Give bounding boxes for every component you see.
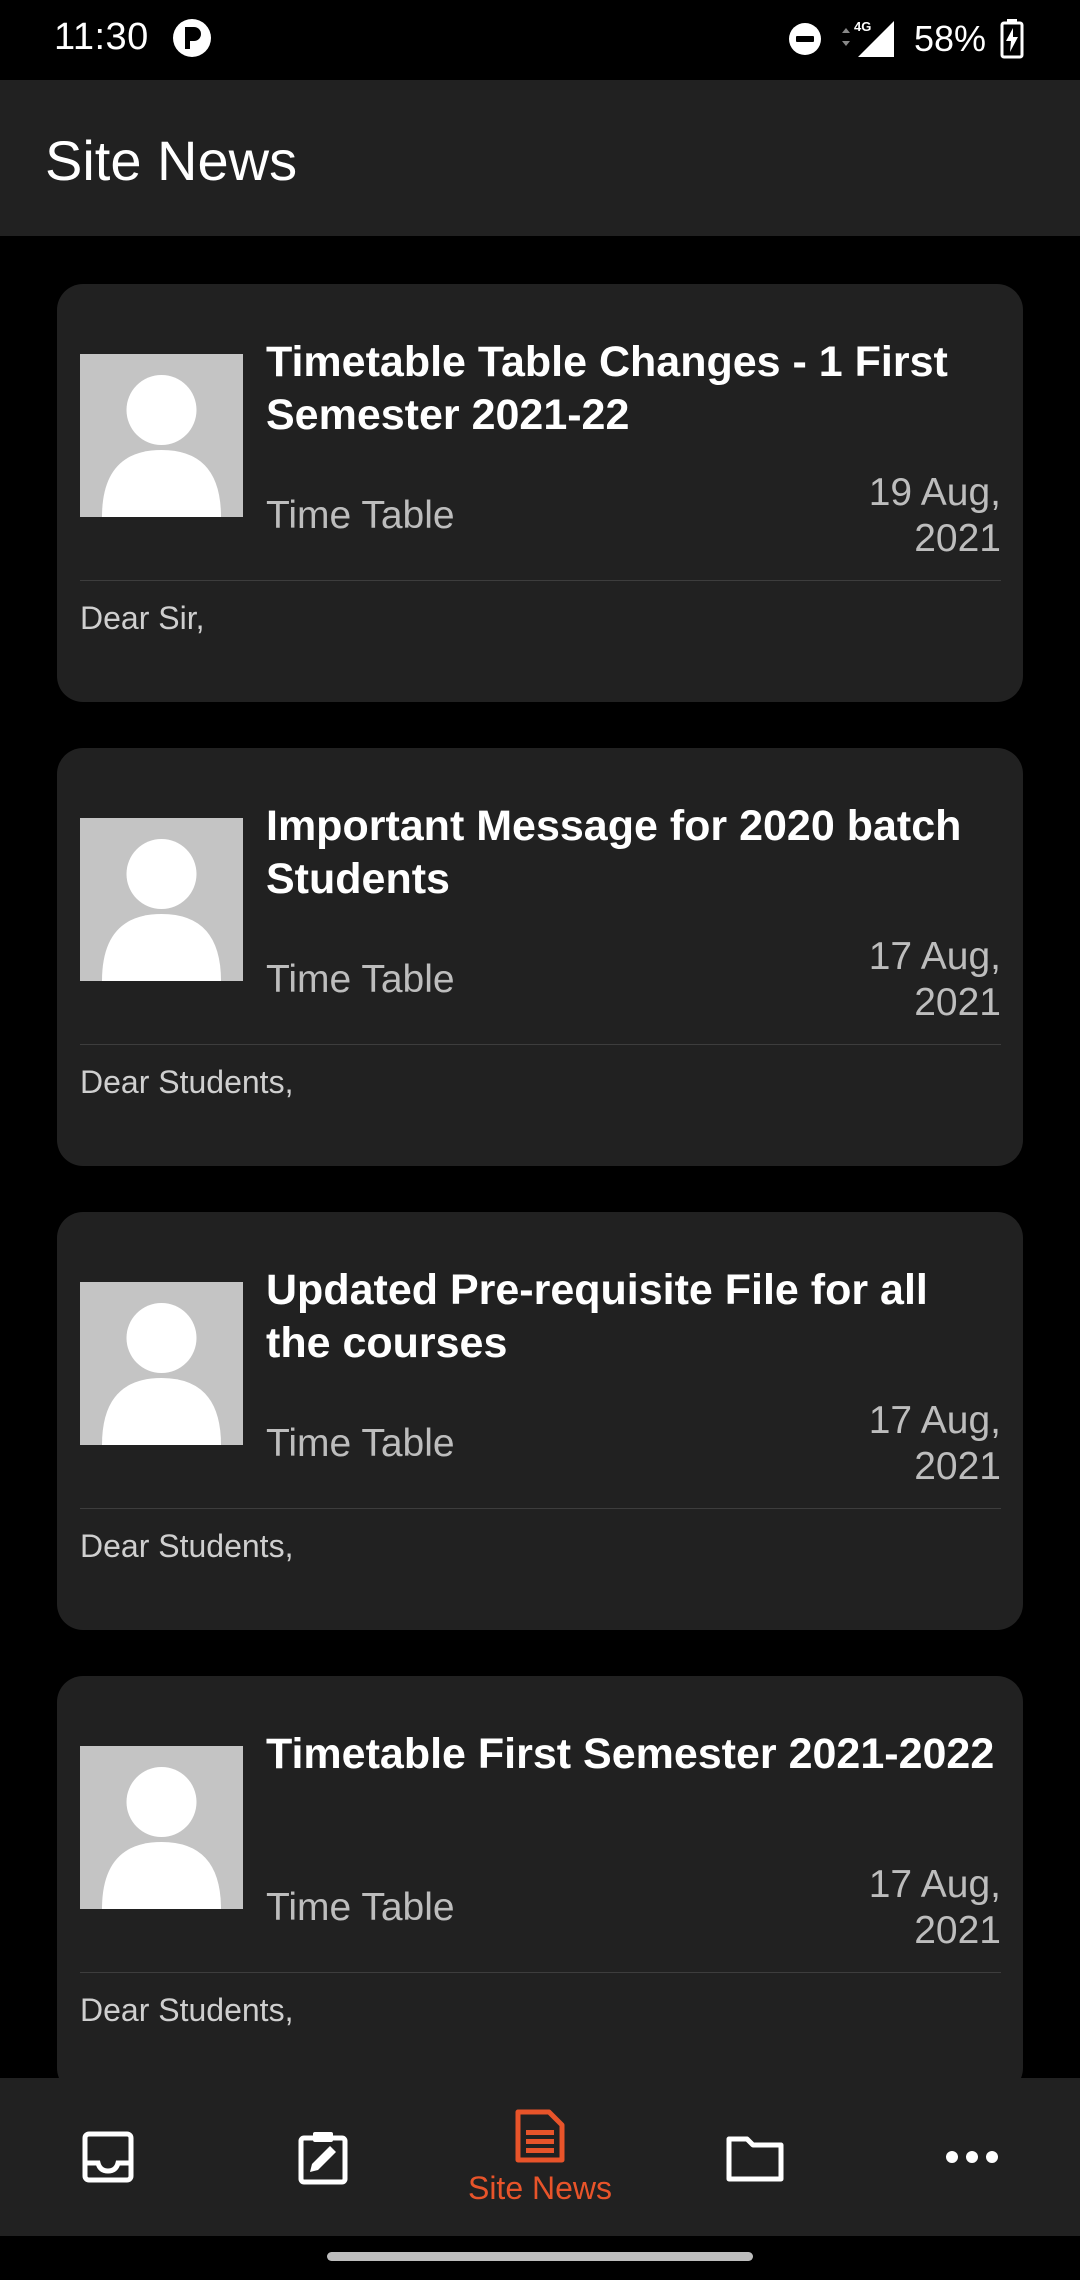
avatar [80,1746,243,1909]
default-avatar-icon [102,1767,221,1909]
avatar [80,354,243,517]
news-snippet: Dear Students, [80,1064,294,1100]
news-category: Time Table [266,1422,455,1465]
news-title: Important Message for 2020 batch Student… [266,802,962,903]
default-avatar-icon [102,839,221,981]
news-card[interactable]: Updated Pre-requisite File for all the c… [57,1212,1023,1630]
news-category: Time Table [266,1886,455,1929]
news-title: Timetable First Semester 2021-2022 [266,1730,995,1778]
news-title: Updated Pre-requisite File for all the c… [266,1266,928,1367]
do-not-disturb-icon [788,23,821,55]
news-date: 17 Aug, 2021 [868,1863,1001,1952]
news-title: Timetable Table Changes - 1 First Semest… [266,338,948,439]
more-icon [946,2151,998,2163]
news-date: 17 Aug, 2021 [868,1399,1001,1488]
app-bar: Site News [0,80,1080,236]
news-snippet: Dear Students, [80,1528,294,1564]
folder-icon [726,2136,784,2182]
status-bar: 11:30 4G 58% [0,0,1080,80]
default-avatar-icon [102,1303,221,1445]
news-feed[interactable]: Timetable Table Changes - 1 First Semest… [0,236,1080,2078]
status-indicators: 4G 58% [788,14,1024,64]
nav-item-more[interactable] [912,2078,1032,2236]
bottom-navigation: Site News [0,2078,1080,2236]
news-snippet: Dear Students, [80,1992,294,2028]
divider [80,580,1001,581]
news-card[interactable]: Timetable First Semester 2021-2022 Time … [57,1676,1023,2078]
home-indicator[interactable] [327,2252,753,2261]
inbox-icon [82,2131,134,2183]
divider [80,1044,1001,1045]
network-type: 4G [854,19,871,34]
battery-charging-icon [1000,19,1024,59]
news-category: Time Table [266,494,455,537]
nav-item-assignments[interactable] [263,2078,383,2236]
nav-item-site-news[interactable]: Site News [399,2078,681,2236]
news-category: Time Table [266,958,455,1001]
battery-percent: 58% [913,18,986,59]
avatar [80,818,243,981]
nav-label-site-news: Site News [467,2169,613,2206]
status-time: 11:30 [54,16,149,58]
news-date: 19 Aug, 2021 [868,471,1001,560]
assignment-icon [298,2132,348,2185]
signal-icon: 4G [841,19,894,57]
nav-item-inbox[interactable] [48,2078,168,2236]
news-icon [515,2109,565,2162]
page-title: Site News [45,129,298,192]
news-snippet: Dear Sir, [80,600,205,636]
news-date: 17 Aug, 2021 [868,935,1001,1024]
default-avatar-icon [102,375,221,517]
gesture-navigation-area [0,2236,1080,2280]
news-card[interactable]: Timetable Table Changes - 1 First Semest… [57,284,1023,702]
nav-item-files[interactable] [695,2078,815,2236]
divider [80,1972,1001,1973]
divider [80,1508,1001,1509]
avatar [80,1282,243,1445]
news-card[interactable]: Important Message for 2020 batch Student… [57,748,1023,1166]
app-notification-icon [173,19,211,57]
